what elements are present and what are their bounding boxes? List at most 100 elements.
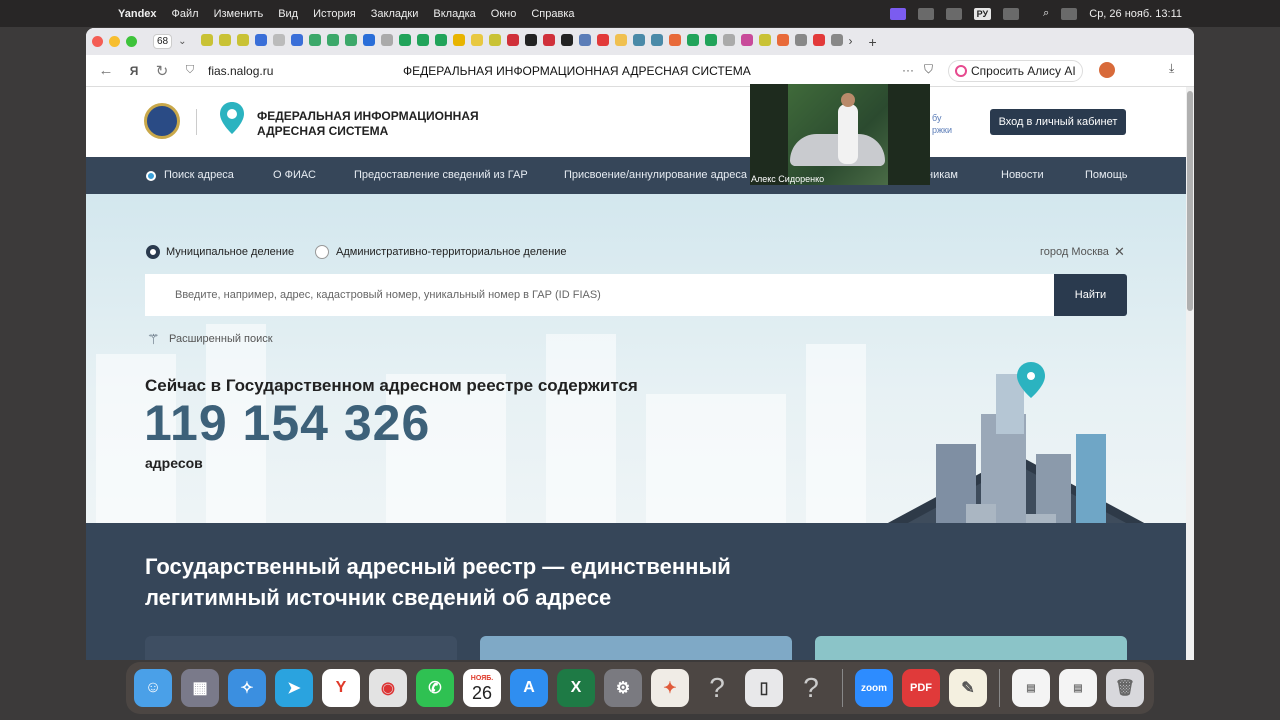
battery-icon[interactable] [1003, 7, 1020, 20]
menu-window[interactable]: Окно [491, 8, 517, 20]
safari-icon[interactable]: ✧ [228, 669, 266, 707]
tab-favicon[interactable] [434, 33, 447, 46]
tab-favicon[interactable] [812, 33, 825, 46]
menu-bookmarks[interactable]: Закладки [371, 8, 419, 20]
search-input[interactable] [145, 274, 1054, 316]
tab-favicon[interactable] [668, 33, 681, 46]
lock-icon[interactable]: ⛉ [182, 64, 198, 77]
app-store-icon[interactable]: A [510, 669, 548, 707]
radio-administrative-label[interactable]: Административно-территориальное деление [336, 246, 566, 258]
chrome-icon[interactable]: ◉ [369, 669, 407, 707]
info-card[interactable] [480, 636, 792, 660]
menu-file[interactable]: Файл [172, 8, 199, 20]
system-settings-icon[interactable]: ⚙ [604, 669, 642, 707]
nav-item-assignment[interactable]: Присвоение/аннулирование адреса [564, 169, 747, 181]
launchpad-icon[interactable]: ▦ [181, 669, 219, 707]
ask-alice-button[interactable]: Спросить Алису AI [948, 60, 1083, 82]
menu-edit[interactable]: Изменить [214, 8, 264, 20]
unknown-app-icon[interactable]: ? [792, 669, 830, 707]
url-field[interactable]: fias.nalog.ru [208, 64, 273, 78]
menu-tab[interactable]: Вкладка [433, 8, 475, 20]
menu-history[interactable]: История [313, 8, 356, 20]
excel-icon[interactable]: X [557, 669, 595, 707]
screen-share-icon[interactable] [889, 7, 906, 20]
nav-item-partial[interactable]: никам [927, 169, 958, 181]
trash-icon[interactable]: 🗑 [1106, 669, 1144, 707]
tab-favicon[interactable] [308, 33, 321, 46]
tab-favicon[interactable] [452, 33, 465, 46]
document-icon[interactable]: ▤ [1059, 669, 1097, 707]
tab-favicon[interactable] [614, 33, 627, 46]
more-icon[interactable]: ··· [902, 63, 914, 77]
tab-favicon[interactable] [704, 33, 717, 46]
tab-favicon[interactable] [326, 33, 339, 46]
tab-favicon[interactable] [488, 33, 501, 46]
tab-favicon[interactable] [542, 33, 555, 46]
zoom-icon[interactable]: zoom [855, 669, 893, 707]
tab-favicon[interactable] [362, 33, 375, 46]
search-button[interactable]: Найти [1054, 274, 1127, 316]
city-filter[interactable]: город Москва [1040, 246, 1109, 258]
tab-favicon[interactable] [776, 33, 789, 46]
app-icon[interactable]: ✦ [651, 669, 689, 707]
info-card[interactable] [815, 636, 1127, 660]
tab-favicon[interactable] [218, 33, 231, 46]
tab-favicon[interactable] [506, 33, 519, 46]
tab-favicon[interactable] [272, 33, 285, 46]
unknown-app-icon[interactable]: ? [698, 669, 736, 707]
control-center-icon[interactable] [1061, 7, 1078, 20]
nav-item-about[interactable]: О ФИАС [273, 169, 316, 181]
tab-favicon[interactable] [254, 33, 267, 46]
iphone-mirroring-icon[interactable]: ▯ [745, 669, 783, 707]
close-window-button[interactable] [92, 36, 103, 47]
calendar-icon[interactable]: НОЯБ. 26 [463, 669, 501, 707]
fias-logo-icon[interactable] [219, 101, 245, 135]
input-language[interactable]: РУ [973, 7, 992, 20]
tab-favicon[interactable] [686, 33, 699, 46]
back-arrow-icon[interactable]: ← [98, 62, 114, 79]
video-call-tile[interactable]: Алекс Сидоренко [750, 84, 930, 185]
menu-help[interactable]: Справка [531, 8, 574, 20]
pdf-app-icon[interactable]: PDF [902, 669, 940, 707]
tab-favicon[interactable] [830, 33, 843, 46]
nav-item-gar-data[interactable]: Предоставление сведений из ГАР [354, 169, 528, 181]
reload-icon[interactable]: ↻ [154, 62, 170, 80]
menu-view[interactable]: Вид [278, 8, 298, 20]
bookmark-icon[interactable]: ⛉ [924, 62, 933, 77]
fns-emblem-icon[interactable] [144, 103, 180, 139]
radio-municipal[interactable] [146, 245, 160, 259]
tab-favicon[interactable] [398, 33, 411, 46]
tab-favicon[interactable] [596, 33, 609, 46]
close-icon[interactable]: ✕ [1114, 244, 1125, 260]
download-icon[interactable]: ⤓ [1169, 61, 1174, 76]
page-scrollbar[interactable] [1186, 87, 1194, 660]
tab-favicon[interactable] [560, 33, 573, 46]
radio-municipal-label[interactable]: Муниципальное деление [166, 246, 294, 258]
nav-item-help[interactable]: Помощь [1085, 169, 1128, 181]
maximize-window-button[interactable] [126, 36, 137, 47]
document-icon[interactable]: ▤ [1012, 669, 1050, 707]
tab-favicon[interactable] [722, 33, 735, 46]
tab-favicon[interactable] [236, 33, 249, 46]
chevron-down-icon[interactable]: ⌄ [178, 36, 186, 47]
magic-wand-icon[interactable]: ⚚ [147, 331, 160, 348]
tab-favicon[interactable] [794, 33, 807, 46]
menubar-clock[interactable]: Ср, 26 нояб. 13:11 [1089, 8, 1182, 20]
whatsapp-icon[interactable]: ✆ [416, 669, 454, 707]
extension-icon[interactable] [1099, 62, 1115, 78]
nav-item-news[interactable]: Новости [1001, 169, 1044, 181]
app-menu[interactable]: Yandex [118, 8, 157, 20]
finder-icon[interactable]: ☺ [134, 669, 172, 707]
scrollbar-thumb[interactable] [1187, 91, 1193, 311]
site-title[interactable]: ФЕДЕРАЛЬНАЯ ИНФОРМАЦИОННАЯ АДРЕСНАЯ СИСТ… [257, 109, 487, 139]
telegram-icon[interactable]: ➤ [275, 669, 313, 707]
tab-favicon[interactable] [380, 33, 393, 46]
tab-favicon[interactable] [470, 33, 483, 46]
textedit-icon[interactable]: ✎ [949, 669, 987, 707]
new-tab-button[interactable]: + [869, 34, 877, 50]
tab-favicon[interactable] [344, 33, 357, 46]
tab-favicon[interactable] [758, 33, 771, 46]
minimize-window-button[interactable] [109, 36, 120, 47]
spotlight-icon[interactable]: ⌕ [1043, 7, 1049, 20]
tab-favicon[interactable] [632, 33, 645, 46]
